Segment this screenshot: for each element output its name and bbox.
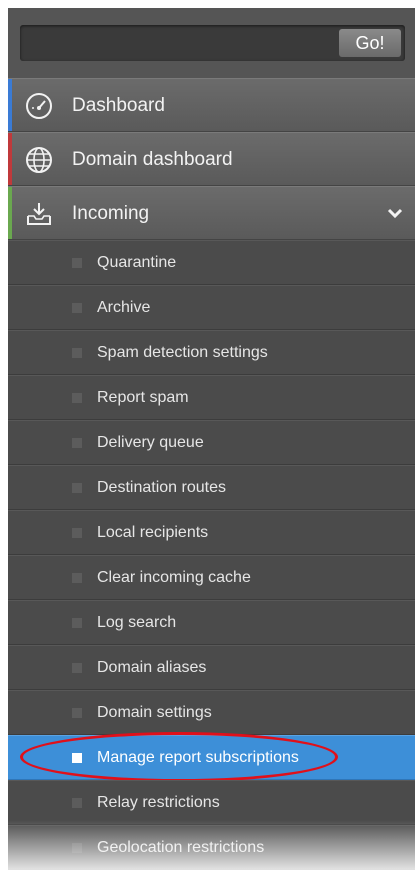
- bullet-icon: [72, 528, 82, 538]
- nav-item-incoming[interactable]: Incoming: [8, 186, 415, 240]
- submenu-item-archive[interactable]: Archive: [8, 285, 415, 330]
- bullet-icon: [72, 843, 82, 853]
- search-box: Go!: [20, 25, 405, 61]
- nav-stripe: [8, 79, 12, 131]
- submenu-item-label: Archive: [97, 299, 151, 316]
- submenu-item-manage-report-subscriptions[interactable]: Manage report subscriptions: [8, 732, 415, 782]
- submenu-item-domain-settings[interactable]: Domain settings: [8, 690, 415, 735]
- submenu-item-label: Local recipients: [97, 524, 209, 541]
- submenu-item-label: Report spam: [97, 389, 189, 406]
- submenu-item-local-recipients[interactable]: Local recipients: [8, 510, 415, 555]
- submenu-item-clear-incoming-cache[interactable]: Clear incoming cache: [8, 555, 415, 600]
- nav-item-label: Dashboard: [72, 95, 165, 116]
- submenu-item-label: Destination routes: [97, 479, 226, 496]
- bullet-icon: [72, 573, 82, 583]
- incoming-submenu: Quarantine Archive Spam detection settin…: [8, 240, 415, 870]
- chevron-down-icon[interactable]: [383, 201, 407, 225]
- bullet-icon: [72, 393, 82, 403]
- submenu-item-relay-restrictions[interactable]: Relay restrictions: [8, 780, 415, 825]
- bullet-icon: [72, 303, 82, 313]
- submenu-item-label: Manage report subscriptions: [97, 749, 299, 766]
- bullet-icon: [72, 618, 82, 628]
- bullet-icon: [72, 258, 82, 268]
- submenu-item-label: Delivery queue: [97, 434, 204, 451]
- nav-item-dashboard[interactable]: Dashboard: [8, 78, 415, 132]
- bullet-icon: [72, 798, 82, 808]
- submenu-item-label: Spam detection settings: [97, 344, 268, 361]
- nav-item-label: Incoming: [72, 203, 150, 224]
- bullet-icon: [72, 753, 82, 763]
- submenu-item-label: Log search: [97, 614, 177, 631]
- submenu-item-spam-detection-settings[interactable]: Spam detection settings: [8, 330, 415, 375]
- sidebar-panel: Go! Dashboard Domain dashboard Incoming …: [8, 8, 415, 870]
- submenu-item-log-search[interactable]: Log search: [8, 600, 415, 645]
- bullet-icon: [72, 348, 82, 358]
- bullet-icon: [72, 708, 82, 718]
- nav-item-domain-dashboard[interactable]: Domain dashboard: [8, 132, 415, 186]
- globe-icon: [26, 147, 52, 173]
- submenu-item-destination-routes[interactable]: Destination routes: [8, 465, 415, 510]
- search-area: Go!: [8, 8, 415, 78]
- submenu-item-label: Quarantine: [97, 254, 177, 271]
- nav-stripe: [8, 187, 12, 239]
- submenu-item-geolocation-restrictions[interactable]: Geolocation restrictions: [8, 825, 415, 870]
- submenu-item-label: Domain settings: [97, 704, 212, 721]
- submenu-item-report-spam[interactable]: Report spam: [8, 375, 415, 420]
- inbox-download-icon: [27, 203, 51, 225]
- submenu-item-label: Geolocation restrictions: [97, 839, 265, 856]
- nav-item-label: Domain dashboard: [72, 149, 233, 170]
- search-input[interactable]: [24, 29, 346, 59]
- submenu-item-label: Relay restrictions: [97, 794, 220, 811]
- submenu-item-delivery-queue[interactable]: Delivery queue: [8, 420, 415, 465]
- bullet-icon: [72, 663, 82, 673]
- bullet-icon: [72, 438, 82, 448]
- go-button[interactable]: Go!: [339, 29, 401, 57]
- submenu-item-label: Domain aliases: [97, 659, 207, 676]
- bullet-icon: [72, 483, 82, 493]
- submenu-item-domain-aliases[interactable]: Domain aliases: [8, 645, 415, 690]
- nav-stripe: [8, 133, 12, 185]
- submenu-item-quarantine[interactable]: Quarantine: [8, 240, 415, 285]
- gauge-icon: [26, 93, 52, 119]
- submenu-item-label: Clear incoming cache: [97, 569, 251, 586]
